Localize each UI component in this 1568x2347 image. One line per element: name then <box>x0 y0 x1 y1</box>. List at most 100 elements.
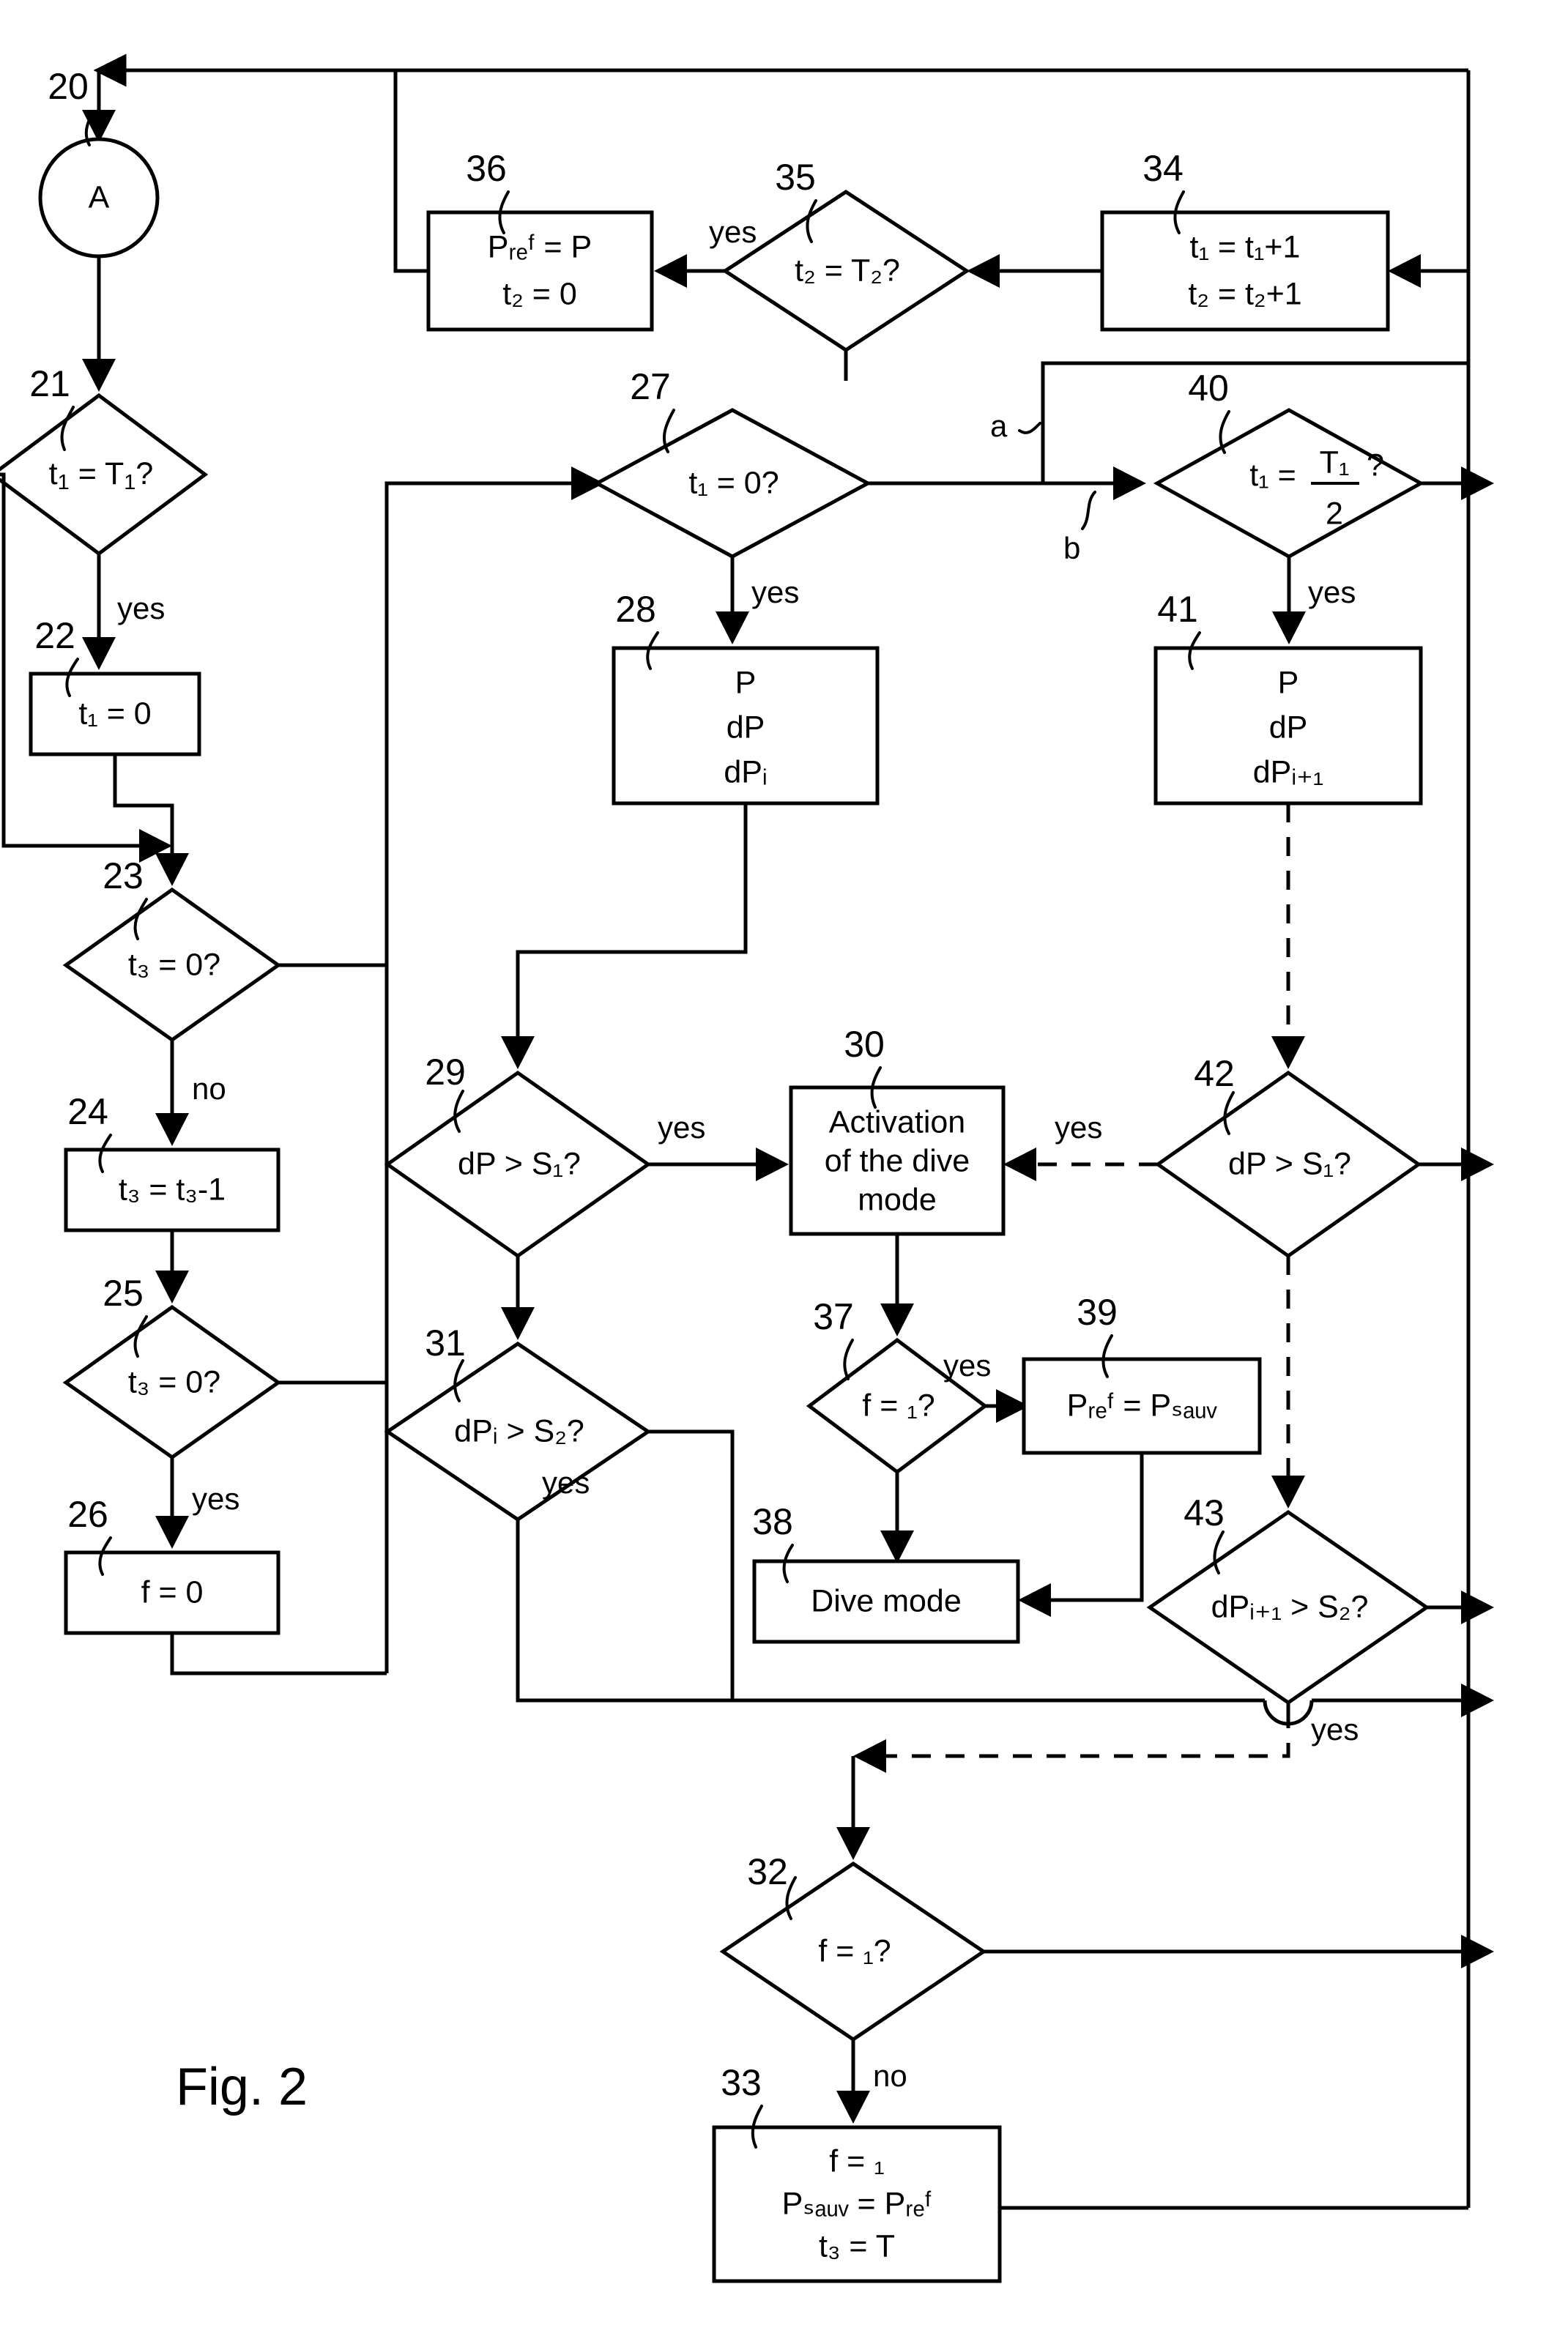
node-20-label: A <box>89 179 110 215</box>
ref-number-43: 43 <box>1184 1492 1225 1533</box>
edge-label-43-yes: yes <box>1311 1712 1359 1747</box>
connector-28-to-29 <box>501 803 748 1069</box>
connector-43-yes-dashed: yes <box>853 1703 1359 1773</box>
node-40-denominator: 2 <box>1326 496 1343 531</box>
ref-number-36: 36 <box>466 148 507 189</box>
node-41-line1: P <box>1278 665 1299 700</box>
ref-number-41: 41 <box>1157 589 1198 630</box>
connector-34-to-35 <box>967 254 1102 288</box>
connector-top-return <box>82 53 1468 143</box>
node-39-process: Pᵣₑᶠ = Pₛₐᵤᵥ 39 <box>1022 1292 1262 1455</box>
edge-label-27-yes: yes <box>751 575 799 609</box>
node-43-decision: dPᵢ₊₁ > S₂? 43 <box>1146 1492 1430 1706</box>
edge-label-32-no: no <box>873 2058 907 2093</box>
ref-number-37: 37 <box>813 1296 854 1337</box>
node-40-label: t₁ = <box>1249 458 1296 493</box>
connector-37-to-38 <box>880 1472 914 1563</box>
edge-label-21-yes: yes <box>117 591 165 625</box>
node-21-decision: t1 = T1? 21 <box>0 363 209 557</box>
node-22-process: t₁ = 0 22 <box>29 615 201 756</box>
connector-29-to-31 <box>501 1256 535 1340</box>
edge-label-42-yes: yes <box>1055 1110 1102 1145</box>
node-31-label: dPᵢ > S₂? <box>454 1413 584 1448</box>
node-38-label: Dive mode <box>811 1583 962 1618</box>
edge-label-40-yes: yes <box>1308 575 1356 609</box>
node-26-label: f = 0 <box>141 1574 204 1610</box>
node-35-label: t₂ = T₂? <box>795 253 900 288</box>
connector-23-to-24: no <box>155 1040 226 1146</box>
node-34-process: t₁ = t₁+1 t₂ = t₂+1 34 <box>1100 148 1390 332</box>
node-36-line2: t₂ = 0 <box>502 276 577 311</box>
node-30-line1: Activation <box>829 1104 965 1139</box>
node-41-line3: dPᵢ₊₁ <box>1253 754 1324 789</box>
node-34-line2: t₂ = t₂+1 <box>1188 276 1301 311</box>
node-27-decision: t₁ = 0? 27 <box>592 366 872 559</box>
edge-label-35-yes: yes <box>709 215 757 249</box>
node-30-line2: of the dive <box>825 1143 970 1178</box>
edge-label-37-yes: yes <box>943 1348 991 1383</box>
edge-label-31-yes: yes <box>542 1465 590 1500</box>
connector-29-to-30: yes <box>648 1110 789 1181</box>
node-42-decision: dP > S₁? 42 <box>1154 1053 1422 1259</box>
node-40-question-mark: ? <box>1367 447 1384 483</box>
connector-30-to-37 <box>880 1234 914 1336</box>
ref-number-29: 29 <box>425 1052 466 1093</box>
node-28-line2: dP <box>727 710 765 745</box>
connector-42-yes-to-30-dashed: yes <box>1003 1110 1158 1181</box>
node-40-decision: t₁ = T₁ 2 ? 40 <box>1153 368 1425 559</box>
connector-39-to-38 <box>1018 1453 1144 1617</box>
node-43-label: dPᵢ₊₁ > S₂? <box>1211 1589 1369 1624</box>
connector-43-no-to-bus <box>1427 1591 1494 1624</box>
node-32-decision: f = ₁? 32 <box>719 1851 987 2042</box>
flowchart-diagram: A 20 t1 = T1? 21 yes t₁ = 0 22 t₃ = 0? 2… <box>0 53 1494 2283</box>
ref-number-28: 28 <box>615 589 656 630</box>
connector-42-to-43-dashed <box>1271 1256 1305 1509</box>
ref-number-27: 27 <box>630 366 671 407</box>
node-27-label: t₁ = 0? <box>688 465 779 500</box>
connector-bottom-merge-hop-to-bus <box>872 1684 1494 1726</box>
connector-20-to-21 <box>82 256 116 392</box>
connector-24-to-25 <box>155 1230 189 1303</box>
connector-36-to-top-bus <box>393 70 428 273</box>
ref-number-32: 32 <box>747 1851 788 1892</box>
connector-40-to-41: yes <box>1272 557 1356 644</box>
node-28-line1: P <box>735 665 757 700</box>
node-24-label: t₃ = t₃-1 <box>119 1172 226 1207</box>
connector-26-to-merge <box>170 1633 387 1675</box>
ref-number-39: 39 <box>1077 1292 1118 1333</box>
ref-number-30: 30 <box>844 1024 885 1065</box>
ref-number-35: 35 <box>775 157 816 198</box>
node-33-line2: Pₛₐᵤᵥ = Pᵣₑᶠ <box>782 2186 932 2221</box>
node-22-label: t₁ = 0 <box>78 696 151 731</box>
connector-40-no-to-bus <box>1421 466 1494 500</box>
ref-number-33: 33 <box>721 2062 762 2103</box>
connector-25-to-26: yes <box>155 1457 239 1549</box>
node-30-line3: mode <box>858 1182 937 1217</box>
node-40-numerator: T₁ <box>1320 445 1350 480</box>
figure-caption: Fig. 2 <box>176 2058 308 2116</box>
ref-number-23: 23 <box>103 855 144 896</box>
ref-number-25: 25 <box>103 1273 144 1314</box>
ref-number-21: 21 <box>29 363 70 404</box>
node-34-line1: t₁ = t₁+1 <box>1190 229 1301 264</box>
node-28-process: P dP dPᵢ 28 <box>612 589 880 806</box>
connector-merge-to-32 <box>836 1756 870 1860</box>
node-33-line3: t₃ = T <box>819 2228 895 2264</box>
ref-number-26: 26 <box>67 1494 108 1535</box>
connector-42-no-to-bus <box>1419 1148 1494 1181</box>
connector-27-to-28: yes <box>716 557 799 644</box>
node-37-label: f = ₁? <box>862 1388 935 1423</box>
connector-31-no-to-bottom <box>648 1429 735 1700</box>
connector-21-to-22: yes <box>82 554 165 670</box>
node-32-label: f = ₁? <box>818 1933 891 1968</box>
node-31-decision: dPᵢ > S₂? 31 <box>384 1323 652 1522</box>
ref-number-31: 31 <box>425 1323 466 1364</box>
node-36-line1: Pᵣₑᶠ = P <box>488 229 592 264</box>
node-41-line2: dP <box>1269 710 1308 745</box>
node-23-label: t₃ = 0? <box>128 947 220 982</box>
ref-number-20: 20 <box>48 66 89 107</box>
ref-number-42: 42 <box>1194 1053 1235 1094</box>
node-28-line3: dPᵢ <box>724 754 767 789</box>
node-39-label: Pᵣₑᶠ = Pₛₐᵤᵥ <box>1067 1388 1218 1423</box>
connector-32-to-33: no <box>836 2039 907 2124</box>
